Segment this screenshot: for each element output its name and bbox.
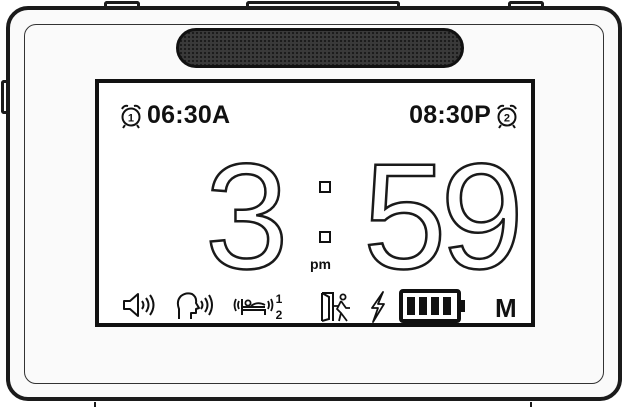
mode-indicator[interactable]: M <box>495 293 517 324</box>
alarm-clock-icon: 1 <box>121 104 141 129</box>
battery-segment <box>407 297 415 315</box>
door-exit-icon[interactable] <box>319 291 353 323</box>
alarm-1-time: 06:30A <box>147 101 231 129</box>
alarm-clock-device-view: 1 06:30A 08:30P 2 3 pm 59 1 2 M <box>0 0 634 409</box>
alarm-number: 2 <box>504 112 510 124</box>
colon-dot-top <box>319 181 331 193</box>
voice-talking-icon[interactable] <box>175 291 215 321</box>
battery-segment <box>443 297 451 315</box>
lcd-screen: 1 06:30A 08:30P 2 3 pm 59 1 2 M <box>95 79 535 327</box>
alarm-2-time: 08:30P <box>409 101 491 129</box>
bottom-left-foot <box>94 402 96 407</box>
lightning-charge-icon <box>371 291 385 323</box>
snooze-sleep-icon[interactable]: 1 2 <box>233 291 285 323</box>
status-icon-row: 1 2 M <box>99 285 531 325</box>
battery-segment <box>419 297 427 315</box>
speaker-volume-icon[interactable] <box>121 291 157 319</box>
battery-full-icon <box>399 289 465 323</box>
period-indicator: pm <box>310 256 331 272</box>
speaker-grille <box>176 28 464 68</box>
clock-hour: 3 <box>204 132 290 300</box>
snooze-fraction-numerator: 1 <box>276 292 283 306</box>
alarm-2-indicator[interactable]: 08:30P 2 <box>409 101 519 130</box>
colon-dot-bottom <box>319 231 331 243</box>
bottom-right-foot <box>530 402 532 407</box>
alarm-clock-icon: 2 <box>497 104 517 129</box>
snooze-fraction-denominator: 2 <box>276 308 283 322</box>
alarm-number: 1 <box>128 112 134 124</box>
clock-minute: 59 <box>362 132 525 300</box>
battery-segment <box>431 297 439 315</box>
alarm-1-indicator[interactable]: 1 06:30A <box>119 101 230 130</box>
